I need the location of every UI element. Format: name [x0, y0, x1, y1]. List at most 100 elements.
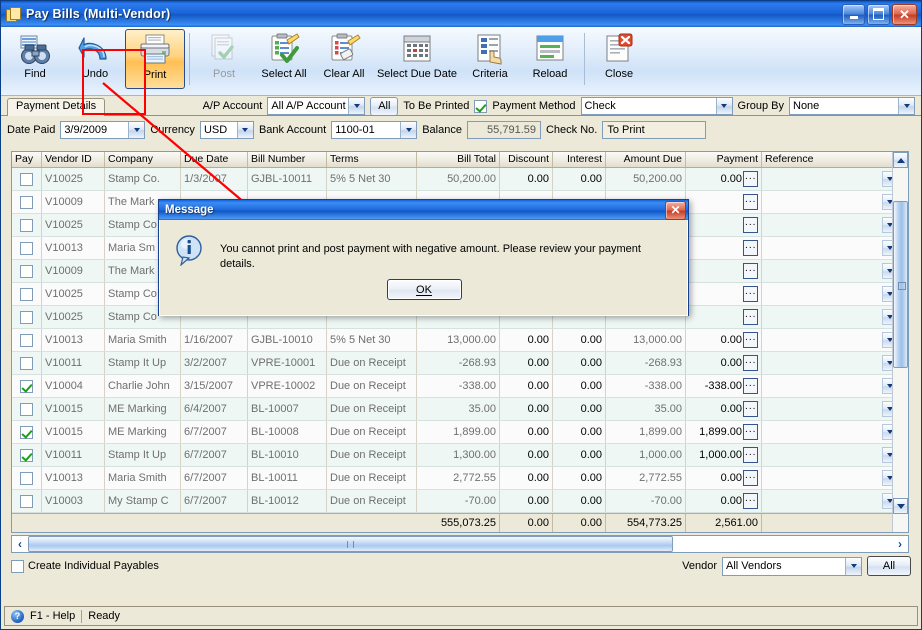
grid-cell-company[interactable]: Maria Smith: [105, 329, 181, 351]
pay-checkbox[interactable]: [20, 195, 33, 209]
payment-detail-ellipsis-button[interactable]: ···: [743, 470, 758, 486]
grid-cell-bill_no[interactable]: BL-10012: [248, 490, 327, 512]
grid-cell-reference[interactable]: [762, 490, 901, 512]
grid-cell-terms[interactable]: Due on Receipt: [327, 444, 417, 466]
grid-cell-payment[interactable]: 0.00···: [686, 467, 762, 489]
grid-cell-due_date[interactable]: 6/7/2007: [181, 467, 248, 489]
toolbar-button-reload[interactable]: Reload: [520, 29, 580, 91]
grid-cell-interest[interactable]: 0.00: [553, 375, 606, 397]
grid-cell-interest[interactable]: 0.00: [553, 398, 606, 420]
grid-cell-company[interactable]: ME Marking: [105, 421, 181, 443]
grid-cell-pay[interactable]: [12, 444, 42, 466]
pay-checkbox[interactable]: [20, 172, 33, 186]
grid-horizontal-scrollbar[interactable]: ‹ ›: [11, 535, 909, 553]
grid-cell-bill_total[interactable]: -70.00: [417, 490, 500, 512]
grid-cell-pay[interactable]: [12, 398, 42, 420]
grid-cell-reference[interactable]: [762, 329, 901, 351]
hscroll-track[interactable]: [28, 536, 892, 552]
grid-cell-discount[interactable]: 0.00: [500, 375, 553, 397]
grid-cell-payment[interactable]: ···: [686, 306, 762, 328]
grid-cell-company[interactable]: Stamp It Up: [105, 444, 181, 466]
payment-detail-ellipsis-button[interactable]: ···: [743, 217, 758, 233]
payment-detail-ellipsis-button[interactable]: ···: [743, 447, 758, 463]
grid-cell-reference[interactable]: [762, 260, 901, 282]
grid-cell-terms[interactable]: 5% 5 Net 30: [327, 329, 417, 351]
grid-cell-discount[interactable]: 0.00: [500, 168, 553, 190]
pay-checkbox[interactable]: [20, 379, 33, 393]
grid-cell-payment[interactable]: 1,000.00 ···: [686, 444, 762, 466]
grid-cell-pay[interactable]: [12, 214, 42, 236]
grid-cell-bill_total[interactable]: 13,000.00: [417, 329, 500, 351]
grid-cell-due_date[interactable]: 6/7/2007: [181, 421, 248, 443]
payment-detail-ellipsis-button[interactable]: ···: [743, 401, 758, 417]
grid-column-header-company[interactable]: Company: [105, 152, 181, 167]
payment-detail-ellipsis-button[interactable]: ···: [743, 286, 758, 302]
grid-cell-payment[interactable]: 0.00···: [686, 168, 762, 190]
pay-checkbox[interactable]: [20, 425, 33, 439]
grid-cell-discount[interactable]: 0.00: [500, 329, 553, 351]
grid-cell-amount_due[interactable]: 50,200.00: [606, 168, 686, 190]
grid-column-header-terms[interactable]: Terms: [327, 152, 417, 167]
grid-cell-bill_no[interactable]: VPRE-10002: [248, 375, 327, 397]
grid-cell-payment[interactable]: 0.00···: [686, 352, 762, 374]
grid-cell-payment[interactable]: ···: [686, 260, 762, 282]
chevron-down-icon[interactable]: [128, 122, 145, 138]
pay-checkbox[interactable]: [20, 402, 33, 416]
grid-cell-reference[interactable]: [762, 191, 901, 213]
help-icon[interactable]: ?: [11, 609, 24, 623]
grid-cell-amount_due[interactable]: -268.93: [606, 352, 686, 374]
grid-cell-bill_total[interactable]: 2,772.55: [417, 467, 500, 489]
grid-cell-vendor_id[interactable]: V10013: [42, 329, 105, 351]
minimize-button[interactable]: [842, 3, 865, 25]
toolbar-button-select-all[interactable]: Select All: [254, 29, 314, 91]
grid-cell-payment[interactable]: 0.00···: [686, 490, 762, 512]
table-row[interactable]: V10011 Stamp It Up 6/7/2007 BL-10010 Due on …: [12, 444, 908, 467]
grid-cell-amount_due[interactable]: 1,000.00: [606, 444, 686, 466]
toolbar-button-find[interactable]: Find: [5, 29, 65, 91]
grid-cell-bill_no[interactable]: BL-10008: [248, 421, 327, 443]
grid-column-header-reference[interactable]: Reference: [762, 152, 901, 167]
vendor-select[interactable]: All Vendors: [722, 556, 862, 576]
group-by-select[interactable]: None: [789, 97, 915, 115]
grid-column-header-pay[interactable]: Pay: [12, 152, 42, 167]
grid-column-header-vendor_id[interactable]: Vendor ID: [42, 152, 105, 167]
pay-checkbox[interactable]: [20, 471, 33, 485]
table-row[interactable]: V10011 Stamp It Up 3/2/2007 VPRE-10001 Due o…: [12, 352, 908, 375]
grid-cell-pay[interactable]: [12, 260, 42, 282]
chevron-down-icon[interactable]: [400, 122, 417, 138]
grid-cell-bill_total[interactable]: -268.93: [417, 352, 500, 374]
payment-method-select[interactable]: Check: [580, 97, 733, 115]
scroll-right-button[interactable]: ›: [892, 536, 908, 552]
tab-payment-details[interactable]: Payment Details: [7, 98, 106, 116]
help-hint[interactable]: F1 - Help: [30, 610, 75, 622]
grid-cell-interest[interactable]: 0.00: [553, 421, 606, 443]
vendor-all-button[interactable]: All: [867, 556, 911, 576]
grid-column-header-interest[interactable]: Interest: [553, 152, 606, 167]
grid-cell-interest[interactable]: 0.00: [553, 168, 606, 190]
grid-cell-pay[interactable]: [12, 421, 42, 443]
grid-column-header-bill_total[interactable]: Bill Total: [417, 152, 500, 167]
grid-cell-reference[interactable]: [762, 237, 901, 259]
bank-account-select[interactable]: 1100-01: [331, 121, 418, 139]
grid-cell-vendor_id[interactable]: V10025: [42, 306, 105, 328]
grid-cell-pay[interactable]: [12, 237, 42, 259]
grid-cell-vendor_id[interactable]: V10003: [42, 490, 105, 512]
ap-account-select[interactable]: All A/P Account: [267, 97, 366, 115]
grid-cell-discount[interactable]: 0.00: [500, 490, 553, 512]
grid-cell-payment[interactable]: ···: [686, 283, 762, 305]
grid-cell-vendor_id[interactable]: V10015: [42, 398, 105, 420]
grid-cell-company[interactable]: My Stamp C: [105, 490, 181, 512]
scroll-up-button[interactable]: [893, 152, 908, 168]
grid-cell-payment[interactable]: 0.00···: [686, 398, 762, 420]
payment-detail-ellipsis-button[interactable]: ···: [743, 263, 758, 279]
grid-cell-interest[interactable]: 0.00: [553, 490, 606, 512]
grid-cell-amount_due[interactable]: 1,899.00: [606, 421, 686, 443]
grid-cell-interest[interactable]: 0.00: [553, 467, 606, 489]
payment-detail-ellipsis-button[interactable]: ···: [743, 240, 758, 256]
grid-cell-discount[interactable]: 0.00: [500, 421, 553, 443]
grid-cell-pay[interactable]: [12, 191, 42, 213]
grid-cell-reference[interactable]: [762, 306, 901, 328]
table-row[interactable]: V10013 Maria Smith 1/16/2007 GJBL-10010 5% 5…: [12, 329, 908, 352]
maximize-button[interactable]: [867, 3, 890, 25]
grid-cell-terms[interactable]: Due on Receipt: [327, 467, 417, 489]
